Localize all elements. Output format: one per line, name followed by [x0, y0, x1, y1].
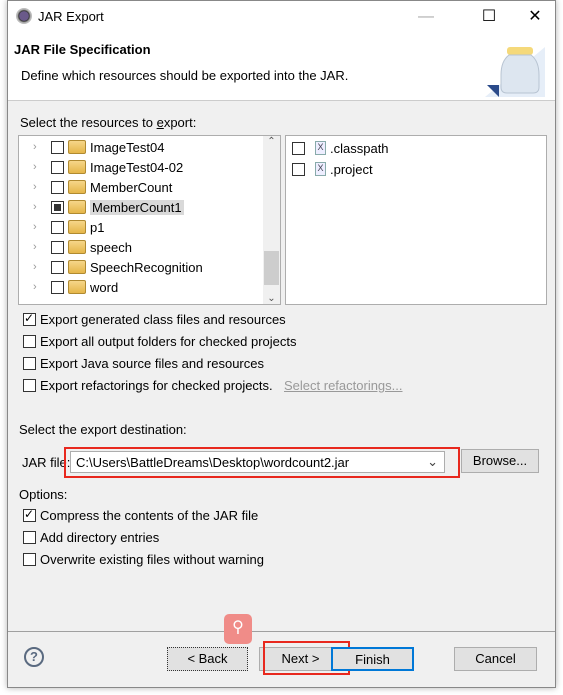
project-folder-icon	[68, 140, 86, 154]
project-folder-icon	[68, 280, 86, 294]
close-button[interactable]: ✕	[520, 5, 550, 29]
option-label: Export refactorings for checked projects…	[40, 377, 273, 393]
project-folder-icon	[68, 260, 86, 274]
checkbox[interactable]	[51, 260, 64, 274]
chevron-right-icon[interactable]: ›	[33, 161, 45, 173]
page-title: JAR File Specification	[14, 42, 151, 57]
tree-item-label: SpeechRecognition	[90, 259, 203, 275]
checkbox[interactable]	[51, 220, 64, 234]
tree-scrollbar[interactable]: ⌃ ⌄	[263, 136, 280, 304]
option-label: Export all output folders for checked pr…	[40, 333, 297, 349]
maximize-button[interactable]: ☐	[474, 5, 504, 29]
scroll-down-icon[interactable]: ⌄	[263, 293, 280, 304]
option-label: Export Java source files and resources	[40, 355, 264, 371]
cancel-button[interactable]: Cancel	[454, 647, 537, 671]
option-checkbox[interactable]: Export Java source files and resources	[23, 353, 264, 373]
tree-item-label: word	[90, 279, 119, 295]
finish-button[interactable]: Finish	[331, 647, 414, 671]
checkbox[interactable]	[51, 240, 64, 254]
tree-item-label: speech	[90, 239, 132, 255]
option-label: Compress the contents of the JAR file	[40, 507, 259, 523]
tree-item-label: ImageTest04-02	[90, 159, 184, 175]
checkbox[interactable]	[23, 311, 36, 326]
divider	[8, 631, 555, 632]
checkbox[interactable]	[292, 141, 305, 155]
xml-file-icon: X	[315, 141, 326, 155]
xml-file-icon: X	[315, 162, 326, 176]
project-tree[interactable]: ⌃ ⌄ › ImageTest04 › ImageTest04-02 › MemberCo…	[18, 135, 281, 305]
tree-item-label: p1	[90, 219, 105, 235]
option-label: Add directory entries	[40, 529, 160, 545]
checkbox[interactable]	[51, 160, 64, 174]
project-folder-icon	[68, 160, 86, 174]
chevron-right-icon[interactable]: ›	[33, 241, 45, 253]
scroll-up-icon[interactable]: ⌃	[263, 136, 280, 147]
select-refactorings-link[interactable]: Select refactorings...	[284, 378, 403, 393]
project-folder-icon	[68, 240, 86, 254]
file-item[interactable]: X .project	[292, 159, 373, 179]
tree-item-label: MemberCount	[90, 179, 173, 195]
zoom-icon[interactable]: ⚲	[224, 614, 252, 644]
chevron-right-icon[interactable]: ›	[33, 181, 45, 193]
scroll-thumb[interactable]	[264, 251, 279, 285]
options-label: Options:	[19, 487, 68, 502]
tree-item[interactable]: › SpeechRecognition	[33, 257, 203, 277]
checkbox[interactable]	[23, 552, 36, 566]
checkbox[interactable]	[51, 140, 64, 154]
window-title: JAR Export	[38, 9, 104, 24]
project-folder-icon	[68, 200, 86, 214]
project-folder-icon	[68, 180, 86, 194]
chevron-right-icon[interactable]: ›	[33, 261, 45, 273]
option-label: Overwrite existing files without warning	[40, 551, 264, 567]
checkbox[interactable]	[51, 200, 64, 214]
highlight-box	[64, 447, 460, 478]
browse-button[interactable]: Browse...	[461, 449, 539, 473]
eclipse-icon	[16, 8, 32, 24]
title-bar: JAR Export — ☐ ✕	[8, 1, 555, 33]
checkbox[interactable]	[23, 378, 36, 392]
option-checkbox[interactable]: Add directory entries	[23, 527, 159, 547]
jar-export-dialog: JAR Export — ☐ ✕ JAR File Specification …	[7, 0, 556, 688]
destination-label: Select the export destination:	[19, 422, 187, 437]
tree-item[interactable]: › speech	[33, 237, 132, 257]
chevron-right-icon[interactable]: ›	[33, 141, 45, 153]
tree-item[interactable]: › MemberCount1	[33, 197, 184, 217]
jar-icon	[485, 47, 545, 97]
tree-item-label: MemberCount1	[90, 199, 184, 215]
file-item-label: .classpath	[330, 140, 389, 156]
checkbox[interactable]	[51, 180, 64, 194]
checkbox[interactable]	[23, 334, 36, 348]
tree-item[interactable]: › ImageTest04	[33, 137, 164, 157]
checkbox[interactable]	[23, 507, 36, 522]
file-list[interactable]: X .classpath X .project	[285, 135, 547, 305]
tree-item[interactable]: › MemberCount	[33, 177, 172, 197]
checkbox[interactable]	[292, 162, 305, 176]
resources-label: Select the resources to export:	[20, 115, 197, 130]
chevron-right-icon[interactable]: ›	[33, 221, 45, 233]
minimize-button[interactable]: —	[411, 5, 441, 29]
option-checkbox[interactable]: Export refactorings for checked projects…	[23, 375, 273, 395]
option-checkbox[interactable]: Compress the contents of the JAR file	[23, 505, 258, 525]
back-button[interactable]: < Back	[167, 647, 248, 671]
wizard-header: JAR File Specification Define which reso…	[8, 33, 555, 101]
tree-item[interactable]: › p1	[33, 217, 104, 237]
project-folder-icon	[68, 220, 86, 234]
option-checkbox[interactable]: Export all output folders for checked pr…	[23, 331, 297, 351]
tree-item[interactable]: › ImageTest04-02	[33, 157, 183, 177]
help-icon[interactable]: ?	[24, 647, 44, 667]
tree-item-label: ImageTest04	[90, 139, 165, 155]
chevron-right-icon[interactable]: ›	[33, 201, 45, 213]
chevron-right-icon[interactable]: ›	[33, 281, 45, 293]
option-checkbox[interactable]: Export generated class files and resourc…	[23, 309, 286, 329]
checkbox[interactable]	[23, 530, 36, 544]
option-label: Export generated class files and resourc…	[40, 311, 286, 327]
tree-item[interactable]: › word	[33, 277, 118, 297]
checkbox[interactable]	[23, 356, 36, 370]
checkbox[interactable]	[51, 280, 64, 294]
page-description: Define which resources should be exporte…	[21, 68, 349, 83]
file-item[interactable]: X .classpath	[292, 138, 389, 158]
option-checkbox[interactable]: Overwrite existing files without warning	[23, 549, 264, 569]
file-item-label: .project	[330, 161, 373, 177]
